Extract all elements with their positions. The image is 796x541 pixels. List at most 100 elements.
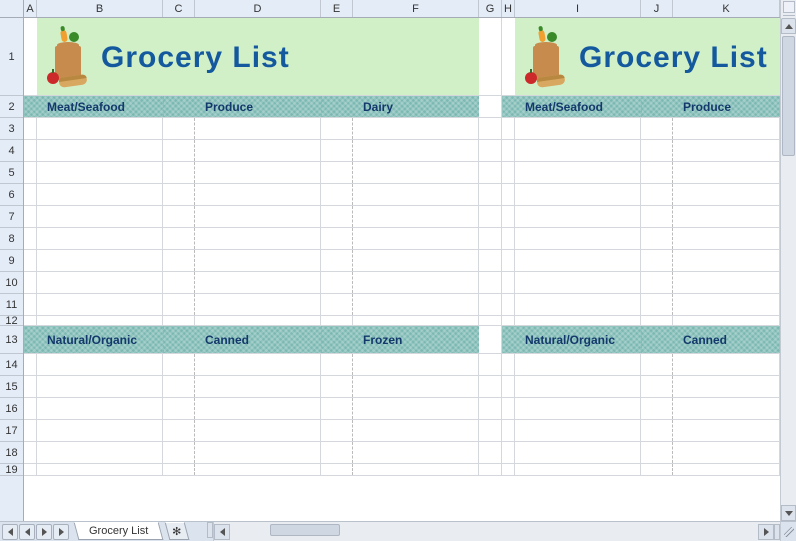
cell[interactable] xyxy=(502,326,515,353)
cell[interactable] xyxy=(24,464,37,475)
column-header[interactable]: K xyxy=(673,0,780,17)
cell[interactable] xyxy=(502,162,515,183)
cell[interactable] xyxy=(353,376,479,397)
resize-corner[interactable] xyxy=(780,521,796,541)
cell[interactable] xyxy=(321,228,353,249)
row-header[interactable]: 4 xyxy=(0,140,23,162)
cell[interactable] xyxy=(673,250,780,271)
row-header[interactable]: 14 xyxy=(0,354,23,376)
cell[interactable] xyxy=(37,294,163,315)
row-header[interactable]: 11 xyxy=(0,294,23,316)
cell[interactable] xyxy=(641,442,673,463)
cell[interactable] xyxy=(641,420,673,441)
cell[interactable] xyxy=(321,376,353,397)
prev-sheet-button[interactable] xyxy=(19,524,35,540)
cell[interactable] xyxy=(37,162,163,183)
cell[interactable] xyxy=(163,464,195,475)
cell[interactable] xyxy=(195,250,321,271)
cell[interactable] xyxy=(24,420,37,441)
cell[interactable] xyxy=(321,118,353,139)
cell[interactable] xyxy=(502,18,515,95)
cell[interactable] xyxy=(641,118,673,139)
cell[interactable] xyxy=(479,398,502,419)
cell[interactable] xyxy=(321,162,353,183)
split-box-icon[interactable] xyxy=(783,1,795,13)
column-header[interactable]: B xyxy=(37,0,163,17)
row-header[interactable]: 17 xyxy=(0,420,23,442)
cell[interactable] xyxy=(24,228,37,249)
scroll-right-button[interactable] xyxy=(758,524,774,540)
row-header[interactable]: 7 xyxy=(0,206,23,228)
row-header[interactable]: 3 xyxy=(0,118,23,140)
cell[interactable] xyxy=(195,228,321,249)
cell[interactable] xyxy=(195,464,321,475)
cell[interactable] xyxy=(321,464,353,475)
cell[interactable] xyxy=(515,398,641,419)
scroll-down-button[interactable] xyxy=(781,505,796,521)
cell[interactable] xyxy=(515,118,641,139)
scroll-left-button[interactable] xyxy=(214,524,230,540)
cell[interactable] xyxy=(353,228,479,249)
cell[interactable] xyxy=(353,140,479,161)
cell[interactable] xyxy=(24,18,37,95)
cell[interactable] xyxy=(641,376,673,397)
cell[interactable] xyxy=(673,442,780,463)
cell[interactable] xyxy=(24,398,37,419)
cell[interactable] xyxy=(502,442,515,463)
cell[interactable] xyxy=(24,272,37,293)
cell[interactable] xyxy=(479,442,502,463)
cell[interactable] xyxy=(515,376,641,397)
cell[interactable] xyxy=(321,442,353,463)
cell[interactable] xyxy=(502,228,515,249)
cell[interactable] xyxy=(641,184,673,205)
cell[interactable] xyxy=(673,398,780,419)
cell[interactable] xyxy=(195,140,321,161)
cell[interactable] xyxy=(37,398,163,419)
cell[interactable] xyxy=(353,354,479,375)
cell[interactable] xyxy=(321,272,353,293)
cell[interactable] xyxy=(641,398,673,419)
row-header[interactable]: 2 xyxy=(0,96,23,118)
cell[interactable] xyxy=(502,464,515,475)
cell[interactable] xyxy=(321,326,353,353)
scroll-thumb[interactable] xyxy=(782,36,795,156)
cell[interactable] xyxy=(353,294,479,315)
cell[interactable] xyxy=(37,420,163,441)
cell[interactable] xyxy=(321,398,353,419)
column-header[interactable]: G xyxy=(479,0,502,17)
cell[interactable] xyxy=(502,398,515,419)
cell[interactable] xyxy=(641,96,673,117)
cell[interactable] xyxy=(641,228,673,249)
row-header[interactable]: 6 xyxy=(0,184,23,206)
cell[interactable] xyxy=(24,118,37,139)
cell[interactable] xyxy=(479,162,502,183)
cell[interactable] xyxy=(515,316,641,325)
cell[interactable] xyxy=(195,272,321,293)
scroll-up-button[interactable] xyxy=(781,18,796,34)
cell[interactable] xyxy=(163,250,195,271)
cell[interactable] xyxy=(353,442,479,463)
cell[interactable] xyxy=(24,442,37,463)
cell[interactable] xyxy=(24,184,37,205)
cell[interactable] xyxy=(641,354,673,375)
cell[interactable] xyxy=(673,228,780,249)
cell[interactable] xyxy=(479,96,502,117)
cell[interactable] xyxy=(163,398,195,419)
cell[interactable] xyxy=(479,118,502,139)
cell[interactable] xyxy=(24,354,37,375)
cell[interactable] xyxy=(673,316,780,325)
cell[interactable] xyxy=(502,420,515,441)
cell[interactable] xyxy=(353,206,479,227)
cell[interactable] xyxy=(195,420,321,441)
cell[interactable] xyxy=(37,184,163,205)
cell[interactable] xyxy=(195,442,321,463)
cell[interactable] xyxy=(515,464,641,475)
column-header[interactable]: J xyxy=(641,0,673,17)
cell[interactable] xyxy=(479,206,502,227)
cell[interactable] xyxy=(502,250,515,271)
cell[interactable] xyxy=(195,376,321,397)
cell[interactable] xyxy=(515,162,641,183)
cell[interactable] xyxy=(321,354,353,375)
cell[interactable] xyxy=(353,420,479,441)
cell[interactable] xyxy=(673,294,780,315)
